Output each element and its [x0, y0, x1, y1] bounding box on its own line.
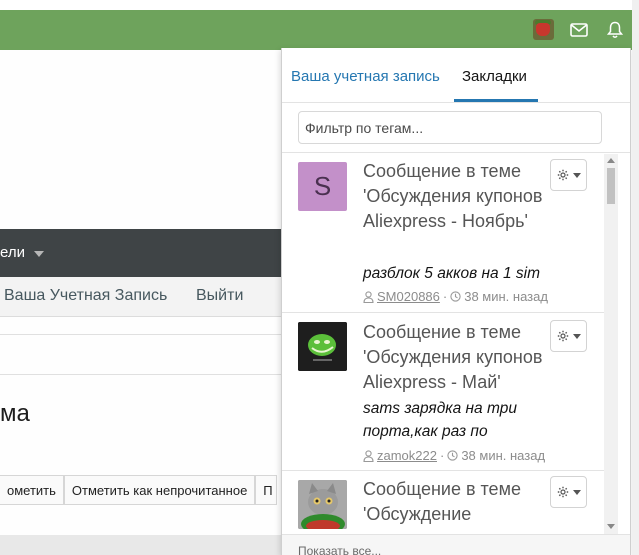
list-item[interactable]: S Сообщение в теме 'Обсуждения купонов A… [282, 154, 604, 313]
active-tab-indicator [454, 99, 538, 102]
bell-icon[interactable] [605, 20, 625, 40]
item-options-button[interactable] [550, 320, 587, 352]
subnav-link-logout[interactable]: Выйти [196, 287, 243, 305]
avatar[interactable] [298, 480, 347, 529]
item-time: 38 мин. назад [464, 289, 548, 304]
avatar[interactable]: S [298, 162, 347, 211]
subnav-link-account[interactable]: Ваша Учетная Запись [4, 287, 167, 305]
bookmarks-list: S Сообщение в теме 'Обсуждения купонов A… [282, 154, 604, 534]
clock-icon [450, 291, 461, 302]
tab-account[interactable]: Ваша учетная запись [291, 68, 440, 85]
background-page-title: ма [0, 400, 30, 427]
gear-icon [557, 169, 568, 181]
item-snippet: разблок 5 акков на 1 sim [363, 265, 540, 282]
account-dropdown-panel: Ваша учетная запись Закладки S Сообщение… [281, 48, 631, 555]
list-scrollbar[interactable] [604, 154, 618, 534]
troll-face-image [298, 322, 347, 371]
item-options-button[interactable] [550, 159, 587, 191]
background-button-row: ометить Отметить как непрочитанное П [0, 475, 278, 505]
meta-separator: · [439, 448, 445, 463]
clock-icon [447, 450, 458, 461]
show-all-link[interactable]: Показать все... [298, 544, 381, 555]
panel-footer: Показать все... [282, 534, 630, 555]
divider [0, 334, 290, 335]
scroll-down-arrow[interactable] [607, 524, 615, 529]
tag-filter-input[interactable] [298, 111, 602, 144]
item-options-button[interactable] [550, 476, 587, 508]
item-meta: zamok222 · 38 мин. назад [363, 448, 545, 463]
scroll-thumb[interactable] [607, 168, 615, 204]
chevron-down-icon [572, 172, 581, 178]
item-snippet: sams зарядка на три порта,как раз по [363, 400, 517, 440]
background-navbar-label[interactable]: ели [0, 244, 25, 261]
more-button[interactable]: П [255, 475, 278, 505]
list-item[interactable]: Сообщение в теме 'Обсуждения купонов Ali… [282, 313, 604, 471]
chevron-down-icon [34, 251, 44, 257]
envelope-icon[interactable] [569, 20, 589, 40]
gear-icon [557, 486, 568, 498]
chevron-down-icon [572, 333, 581, 339]
avatar-face [536, 23, 550, 36]
mark-unread-button[interactable]: Отметить как непрочитанное [63, 475, 256, 505]
user-icon [363, 290, 374, 303]
panel-tabs: Ваша учетная запись Закладки [282, 48, 630, 103]
item-author-link[interactable]: SM020886 [377, 289, 440, 304]
gear-icon [557, 330, 568, 342]
meta-separator: · [442, 289, 448, 304]
scroll-up-arrow[interactable] [607, 158, 615, 163]
item-author-link[interactable]: zamok222 [377, 448, 437, 463]
list-item[interactable]: Сообщение в теме 'Обсуждение [282, 471, 604, 534]
background-bottom-strip [0, 535, 290, 555]
item-time: 38 мин. назад [461, 448, 546, 463]
avatar-letter: S [313, 171, 332, 201]
window-right-edge [632, 0, 639, 555]
item-meta: SM020886 · 38 мин. назад [363, 289, 548, 304]
cat-image [298, 480, 347, 529]
window-top-strip [0, 0, 639, 10]
chevron-down-icon [572, 489, 581, 495]
tab-bookmarks[interactable]: Закладки [462, 68, 527, 85]
mark-button[interactable]: ометить [0, 475, 64, 505]
user-icon [363, 449, 374, 462]
user-avatar[interactable] [533, 19, 554, 40]
avatar[interactable] [298, 322, 347, 371]
divider [0, 374, 290, 375]
filter-bar [282, 103, 630, 153]
